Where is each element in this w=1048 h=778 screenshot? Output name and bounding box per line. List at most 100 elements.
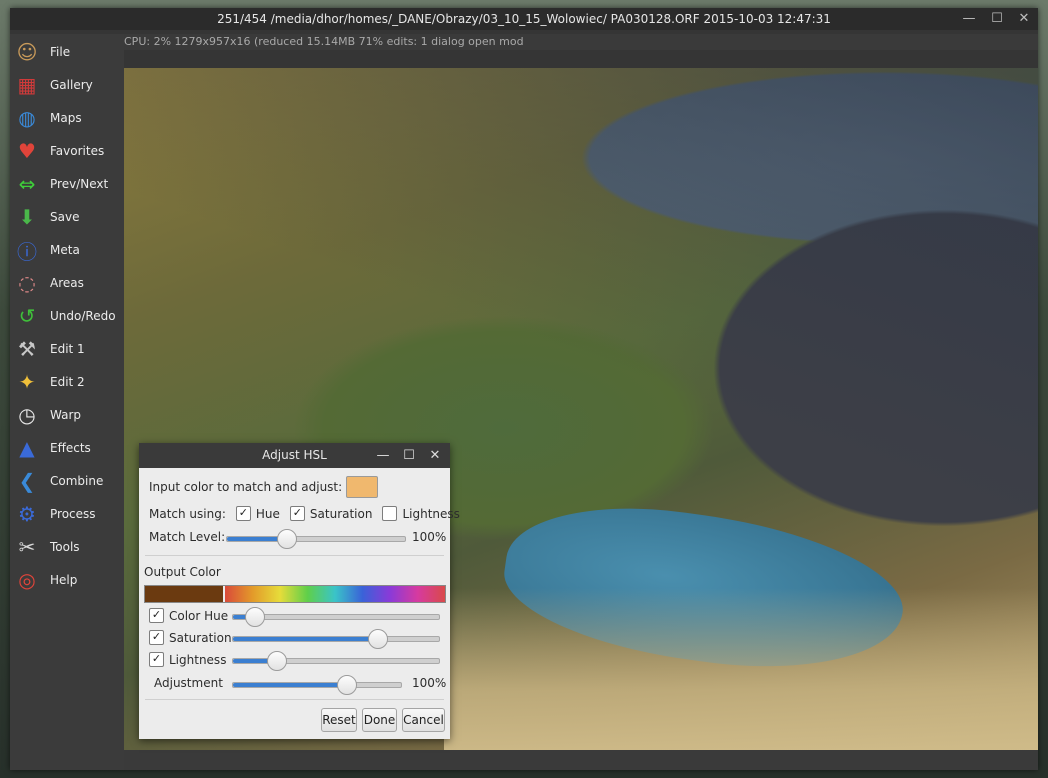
- match-hue-box[interactable]: ✓: [235, 506, 251, 521]
- cancel-button[interactable]: Cancel: [402, 708, 445, 732]
- saturation-fill: [233, 637, 378, 641]
- input-color-row: Input color to match and adjust:: [149, 476, 379, 498]
- adjustment-slider[interactable]: [232, 675, 402, 695]
- close-icon[interactable]: ✕: [1013, 8, 1035, 30]
- saturation-slider[interactable]: [232, 629, 440, 649]
- sidebar-item-tools[interactable]: ✂ Tools: [12, 531, 122, 563]
- adjustment-fill: [233, 683, 346, 687]
- done-button[interactable]: Done: [362, 708, 397, 732]
- sidebar-item-meta[interactable]: ⓘ Meta: [12, 234, 122, 266]
- color-hue-label: Color Hue: [169, 608, 229, 623]
- sidebar-item-label: Help: [50, 573, 78, 587]
- tools-icon: ✂: [18, 535, 36, 559]
- match-level-value: 100%: [412, 530, 447, 544]
- lifebuoy-icon: ◎: [18, 568, 36, 592]
- match-saturation-label: Saturation: [309, 506, 373, 521]
- saturation-checkbox[interactable]: ✓: [149, 630, 164, 645]
- bottom-bar: [124, 750, 1038, 770]
- adjustment-value: 100%: [412, 676, 447, 690]
- sidebar-item-file[interactable]: ☺ File: [12, 36, 122, 68]
- sidebar-item-label: Favorites: [50, 144, 105, 158]
- match-lightness-box[interactable]: [382, 506, 398, 521]
- match-lightness-label: Lightness: [402, 506, 460, 521]
- input-color-swatch[interactable]: [346, 476, 379, 498]
- lasso-icon: ◌: [18, 271, 36, 295]
- sidebar-item-warp[interactable]: ◷ Warp: [12, 399, 122, 431]
- wizard-hat-icon: ▲: [19, 436, 35, 460]
- sidebar-item-favorites[interactable]: ♥ Favorites: [12, 135, 122, 167]
- adjustment-knob[interactable]: [336, 675, 357, 695]
- saturation-knob[interactable]: [368, 629, 389, 649]
- dialog-minimize-icon[interactable]: —: [372, 443, 394, 468]
- sidebar-item-label: Combine: [50, 474, 104, 488]
- sidebar-item-label: Edit 1: [50, 342, 85, 356]
- sidebar-item-label: Prev/Next: [50, 177, 109, 191]
- clock-icon: ◷: [18, 403, 36, 427]
- combine-icon: ❮: [18, 469, 36, 493]
- sidebar-item-areas[interactable]: ◌ Areas: [12, 267, 122, 299]
- dialog-title: Adjust HSL: [262, 448, 327, 462]
- sidebar-item-label: Gallery: [50, 78, 93, 92]
- lightness-knob[interactable]: [267, 651, 288, 671]
- match-saturation-checkbox[interactable]: ✓ Saturation: [289, 506, 373, 521]
- color-hue-knob[interactable]: [244, 607, 265, 627]
- sidebar-item-prev-next[interactable]: ⇔ Prev/Next: [12, 168, 122, 200]
- dialog-close-icon[interactable]: ✕: [424, 443, 446, 468]
- heart-icon: ♥: [18, 139, 36, 163]
- gallery-grid-icon: ▦: [17, 73, 37, 97]
- sidebar-item-combine[interactable]: ❮ Combine: [12, 465, 122, 497]
- reset-button[interactable]: Reset: [321, 708, 357, 732]
- sidebar-item-label: Maps: [50, 111, 82, 125]
- window-title: 251/454 /media/dhor/homes/_DANE/Obrazy/0…: [217, 12, 831, 26]
- color-hue-checkbox[interactable]: ✓: [149, 608, 164, 623]
- dialog-title-bar[interactable]: Adjust HSL — ☐ ✕: [139, 443, 450, 468]
- lightness-checkbox[interactable]: ✓: [149, 652, 164, 667]
- sidebar-item-label: Warp: [50, 408, 82, 422]
- match-lightness-checkbox[interactable]: Lightness: [382, 506, 460, 521]
- adjustment-label: Adjustment: [154, 676, 223, 690]
- saturation-label: Saturation: [169, 630, 232, 645]
- sidebar-item-label: Meta: [50, 243, 80, 257]
- lightness-label: Lightness: [169, 652, 227, 667]
- match-using-label: Match using:: [149, 506, 226, 521]
- sidebar-item-gallery[interactable]: ▦ Gallery: [12, 69, 122, 101]
- sidebar-item-edit-2[interactable]: ✦ Edit 2: [12, 366, 122, 398]
- minimize-icon[interactable]: —: [958, 8, 980, 30]
- match-hue-label: Hue: [255, 506, 280, 521]
- save-disk-icon: ⬇: [18, 205, 36, 229]
- sidebar-item-label: Undo/Redo: [50, 309, 116, 323]
- saturation-row: ✓ Saturation: [149, 630, 232, 645]
- input-color-label: Input color to match and adjust:: [149, 480, 343, 494]
- sidebar-menu: ☺ File ▦ Gallery ◍ Maps ♥ Favorites ⇔ Prev/Next ⬇ S…: [10, 34, 124, 770]
- dialog-separator: [145, 555, 444, 556]
- output-color-bar: [144, 585, 446, 603]
- match-hue-checkbox[interactable]: ✓ Hue: [235, 506, 280, 521]
- lightness-row: ✓ Lightness: [149, 652, 226, 667]
- match-saturation-box[interactable]: ✓: [289, 506, 305, 521]
- sidebar-item-process[interactable]: ⚙ Process: [12, 498, 122, 530]
- magic-wand-icon: ✦: [18, 370, 36, 394]
- sidebar-item-label: File: [50, 45, 71, 59]
- adjust-hsl-dialog: Adjust HSL — ☐ ✕ Input color to match an…: [139, 443, 460, 739]
- sidebar-item-edit-1[interactable]: ⚒ Edit 1: [12, 333, 122, 365]
- sidebar-item-help[interactable]: ◎ Help: [12, 564, 122, 596]
- match-level-knob[interactable]: [276, 529, 297, 549]
- status-bar: CPU: 2% 1279x957x16 (reduced 15.14MB 71%…: [124, 34, 1038, 50]
- sidebar-item-save[interactable]: ⬇ Save: [12, 201, 122, 233]
- sidebar-item-effects[interactable]: ▲ Effects: [12, 432, 122, 464]
- output-color-label: Output Color: [144, 565, 221, 579]
- lightness-slider[interactable]: [232, 651, 440, 671]
- sidebar-item-maps[interactable]: ◍ Maps: [12, 102, 122, 134]
- sidebar-item-label: Tools: [50, 540, 80, 554]
- portrait-icon: ☺: [16, 40, 38, 64]
- output-color-preview: [145, 586, 223, 602]
- maximize-icon[interactable]: ☐: [986, 8, 1008, 30]
- undo-redo-icon: ↺: [18, 304, 36, 328]
- sidebar-item-label: Save: [50, 210, 80, 224]
- color-hue-slider[interactable]: [232, 607, 440, 627]
- title-bar: 251/454 /media/dhor/homes/_DANE/Obrazy/0…: [10, 8, 1038, 30]
- hammer-icon: ⚒: [18, 337, 36, 361]
- sidebar-item-undo-redo[interactable]: ↺ Undo/Redo: [12, 300, 122, 332]
- match-level-slider[interactable]: [226, 529, 406, 549]
- dialog-maximize-icon[interactable]: ☐: [398, 443, 420, 468]
